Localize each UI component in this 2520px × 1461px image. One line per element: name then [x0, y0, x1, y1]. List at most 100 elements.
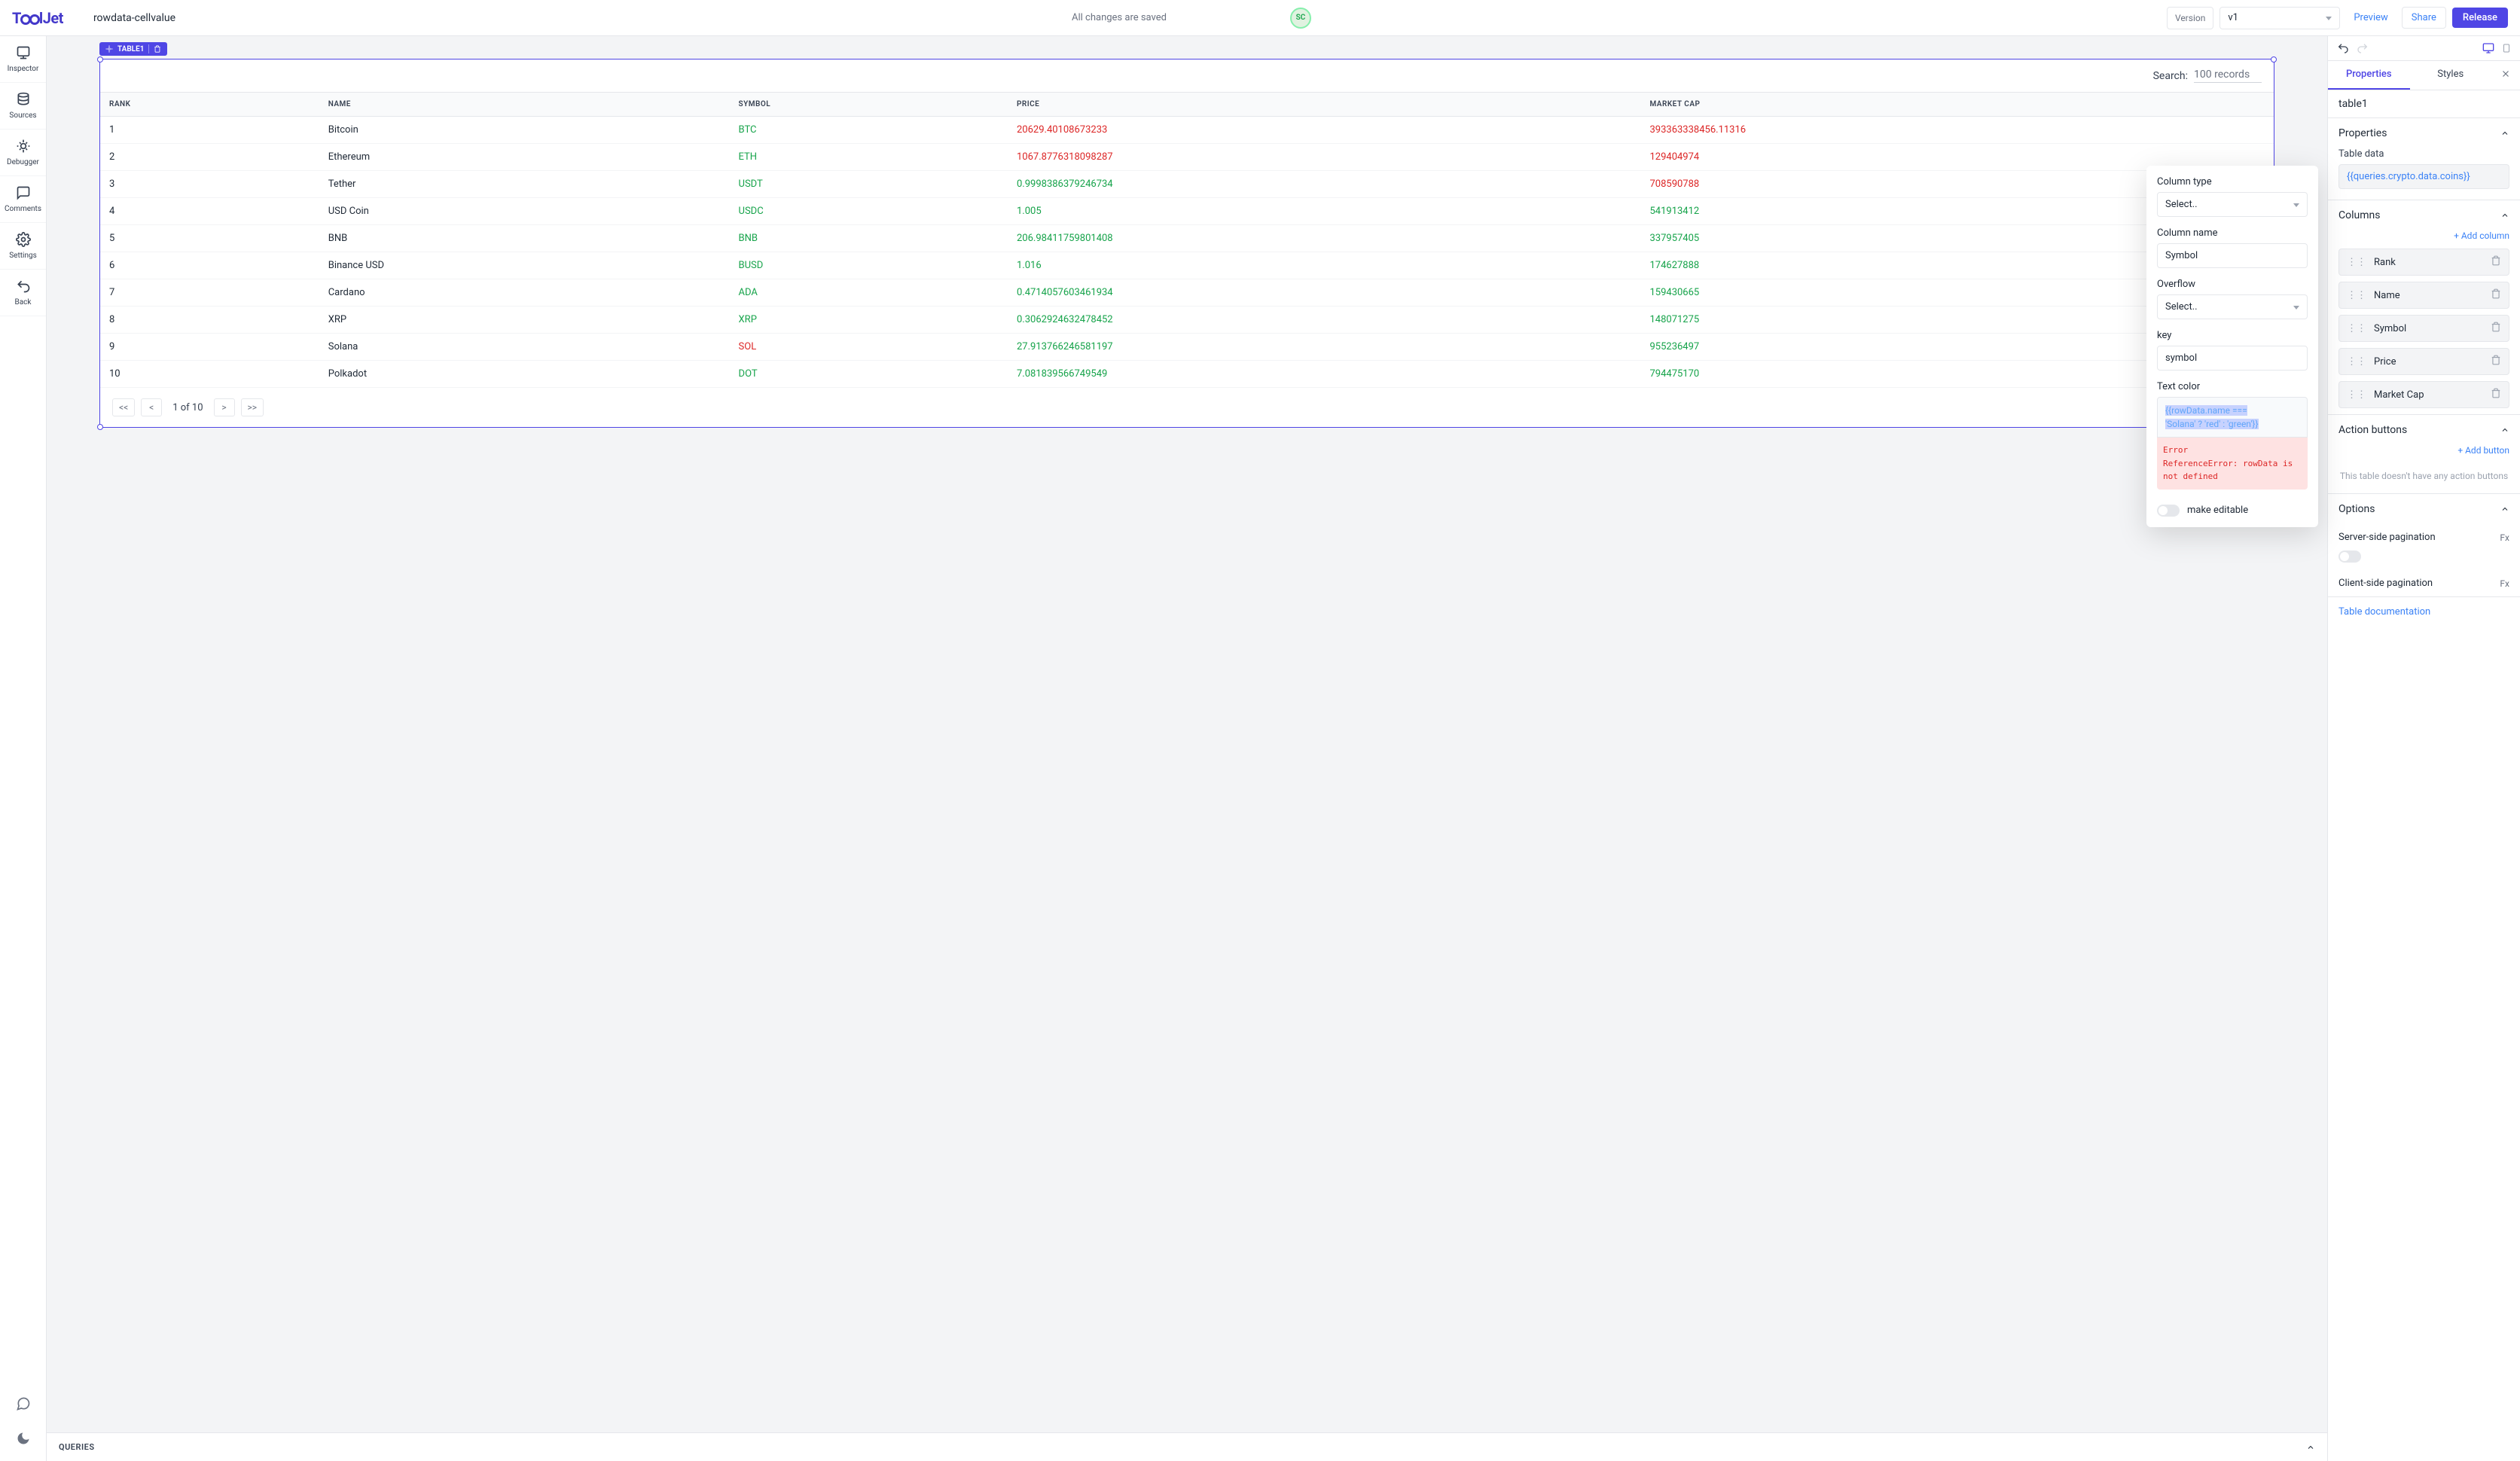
section-action-buttons[interactable]: Action buttons: [2328, 415, 2520, 445]
table-header[interactable]: RANK: [100, 93, 319, 117]
search-input[interactable]: 100 records: [2194, 69, 2262, 83]
tab-properties[interactable]: Properties: [2328, 61, 2410, 90]
drag-handle-icon[interactable]: ⋮⋮: [2347, 389, 2366, 401]
page-prev-button[interactable]: <: [141, 398, 162, 416]
column-item[interactable]: ⋮⋮Rank: [2338, 249, 2509, 276]
column-item[interactable]: ⋮⋮Symbol: [2338, 315, 2509, 342]
column-item[interactable]: ⋮⋮Name: [2338, 282, 2509, 309]
column-item-label: Price: [2374, 356, 2396, 368]
properties-panel: Properties Styles table1 Properties Tabl…: [2327, 36, 2520, 1461]
section-options[interactable]: Options: [2328, 494, 2520, 524]
section-properties[interactable]: Properties: [2328, 118, 2520, 148]
chevron-up-icon[interactable]: [2306, 1443, 2315, 1452]
widget-tag[interactable]: TABLE1: [99, 42, 167, 56]
table-header[interactable]: PRICE: [1008, 93, 1640, 117]
cell-name: Bitcoin: [319, 117, 730, 144]
redo-icon[interactable]: [2357, 42, 2369, 54]
drag-handle-icon[interactable]: ⋮⋮: [2347, 323, 2366, 334]
table-header[interactable]: MARKET CAP: [1640, 93, 2274, 117]
table-widget[interactable]: Search: 100 records RANKNAMESYMBOLPRICEM…: [99, 59, 2274, 428]
drag-handle-icon[interactable]: ⋮⋮: [2347, 356, 2366, 368]
chat-icon[interactable]: [16, 1396, 31, 1411]
column-item[interactable]: ⋮⋮ Price: [2338, 348, 2509, 375]
text-color-input[interactable]: {{rowData.name ==='Solana' ? 'red' : 'gr…: [2157, 397, 2308, 438]
resize-handle[interactable]: [97, 56, 103, 63]
page-next-button[interactable]: >: [214, 398, 235, 416]
table-row[interactable]: 4USD CoinUSDC1.005541913412: [100, 198, 2274, 225]
sidebar-item-inspector[interactable]: Inspector: [0, 36, 46, 83]
table-row[interactable]: 5BNBBNB206.98411759801408337957405: [100, 225, 2274, 252]
drag-handle-icon[interactable]: ⋮⋮: [2347, 257, 2366, 268]
trash-icon[interactable]: [154, 45, 161, 53]
documentation-link[interactable]: Table documentation: [2328, 597, 2520, 627]
delete-column-button[interactable]: [2491, 355, 2501, 368]
delete-column-button[interactable]: [2491, 322, 2501, 335]
avatar[interactable]: SC: [1290, 8, 1311, 29]
sidebar-item-debugger[interactable]: Debugger: [0, 130, 46, 176]
resize-handle[interactable]: [97, 424, 103, 430]
share-button[interactable]: Share: [2402, 7, 2446, 29]
logo[interactable]: TlJet: [12, 9, 63, 27]
desktop-icon[interactable]: [2482, 42, 2494, 54]
table-row[interactable]: 1BitcoinBTC20629.40108673233393363338456…: [100, 117, 2274, 144]
table-row[interactable]: 9SolanaSOL27.913766246581197955236497: [100, 334, 2274, 361]
column-type-select[interactable]: Select..: [2157, 192, 2308, 217]
table-row[interactable]: 8XRPXRP0.3062924632478452148071275: [100, 307, 2274, 334]
cell-name: XRP: [319, 307, 730, 334]
theme-icon[interactable]: [16, 1431, 31, 1446]
canvas[interactable]: TABLE1 Search: 100 records RANKNAMESYMBO…: [47, 36, 2327, 1432]
release-button[interactable]: Release: [2452, 8, 2508, 28]
cell-symbol: DOT: [730, 361, 1008, 388]
cell-price: 1.016: [1008, 252, 1640, 279]
add-button-button[interactable]: + Add button: [2328, 445, 2520, 463]
fx-badge[interactable]: Fx: [2500, 578, 2509, 589]
cell-rank: 8: [100, 307, 319, 334]
table-data-input[interactable]: {{queries.crypto.data.coins}}: [2338, 164, 2509, 189]
delete-column-button[interactable]: [2491, 388, 2501, 401]
comments-icon: [16, 185, 31, 200]
table-header[interactable]: SYMBOL: [730, 93, 1008, 117]
version-select[interactable]: v1: [2219, 7, 2340, 29]
sidebar-item-back[interactable]: Back: [0, 270, 46, 316]
preview-button[interactable]: Preview: [2346, 8, 2395, 28]
tab-styles[interactable]: Styles: [2410, 61, 2492, 90]
delete-column-button[interactable]: [2491, 288, 2501, 302]
page-last-button[interactable]: >>: [241, 398, 264, 416]
column-item[interactable]: ⋮⋮Market Cap: [2338, 381, 2509, 408]
table-row[interactable]: 2EthereumETH1067.8776318098287129404974: [100, 144, 2274, 171]
table-row[interactable]: 10PolkadotDOT7.081839566749549794475170: [100, 361, 2274, 388]
undo-icon[interactable]: [2337, 42, 2349, 54]
close-panel-button[interactable]: [2491, 61, 2520, 90]
cell-rank: 7: [100, 279, 319, 307]
overflow-select[interactable]: Select..: [2157, 294, 2308, 319]
cell-rank: 10: [100, 361, 319, 388]
cell-rank: 6: [100, 252, 319, 279]
column-name-input[interactable]: Symbol: [2157, 243, 2308, 268]
add-column-button[interactable]: + Add column: [2328, 230, 2520, 249]
cell-rank: 3: [100, 171, 319, 198]
sidebar-item-sources[interactable]: Sources: [0, 83, 46, 130]
cell-rank: 4: [100, 198, 319, 225]
drag-handle-icon[interactable]: ⋮⋮: [2347, 290, 2366, 301]
table-row[interactable]: 7CardanoADA0.4714057603461934159430665: [100, 279, 2274, 307]
sidebar-label: Settings: [9, 252, 37, 260]
table-row[interactable]: 3TetherUSDT0.9998386379246734708590788: [100, 171, 2274, 198]
table-row[interactable]: 6Binance USDBUSD1.016174627888: [100, 252, 2274, 279]
sidebar-item-comments[interactable]: Comments: [0, 176, 46, 223]
project-name[interactable]: rowdata-cellvalue: [93, 12, 175, 24]
key-input[interactable]: symbol: [2157, 346, 2308, 371]
field-label: key: [2157, 330, 2308, 341]
table-header[interactable]: NAME: [319, 93, 730, 117]
make-editable-toggle[interactable]: [2157, 505, 2180, 517]
component-name-input[interactable]: table1: [2328, 90, 2520, 118]
resize-handle[interactable]: [2271, 56, 2277, 63]
page-first-button[interactable]: <<: [112, 398, 135, 416]
version-label: Version: [2167, 7, 2213, 29]
fx-badge[interactable]: Fx: [2500, 532, 2509, 543]
delete-column-button[interactable]: [2491, 255, 2501, 269]
server-pagination-toggle[interactable]: [2338, 551, 2361, 563]
queries-panel[interactable]: QUERIES: [47, 1432, 2327, 1461]
sidebar-item-settings[interactable]: Settings: [0, 223, 46, 270]
mobile-icon[interactable]: [2502, 42, 2511, 54]
section-columns[interactable]: Columns: [2328, 200, 2520, 230]
